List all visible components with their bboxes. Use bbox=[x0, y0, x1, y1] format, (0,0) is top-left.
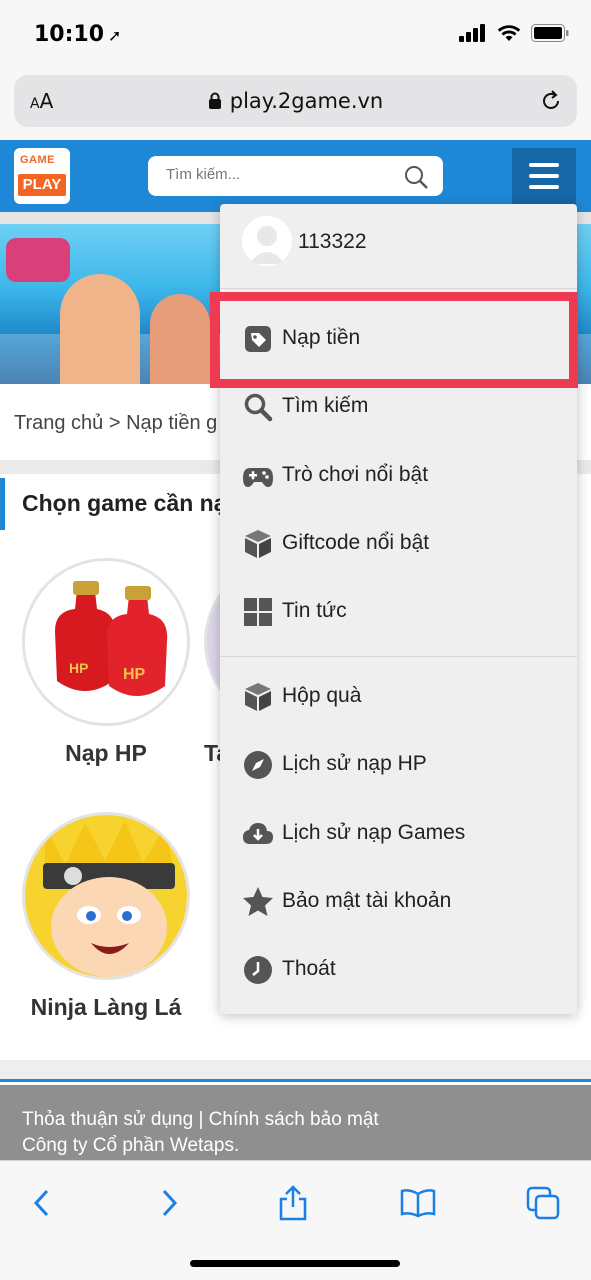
time-text: 10:10 bbox=[34, 22, 105, 47]
search-icon[interactable] bbox=[403, 164, 429, 190]
reload-icon[interactable] bbox=[539, 89, 563, 113]
share-button[interactable] bbox=[271, 1183, 315, 1223]
grid-icon bbox=[244, 598, 272, 626]
chevron-left-icon bbox=[33, 1189, 49, 1217]
game-card[interactable]: HP HP Nạp HP bbox=[22, 558, 190, 767]
highlight-annotation-box bbox=[210, 292, 578, 388]
site-header: GAME PLAY bbox=[0, 140, 591, 212]
book-icon bbox=[400, 1189, 436, 1218]
menu-item-label: Bảo mật tài khoản bbox=[282, 889, 452, 912]
url-display[interactable]: play.2game.vn bbox=[14, 89, 577, 113]
breadcrumb[interactable]: Trang chủ > Nạp tiền g bbox=[14, 412, 217, 435]
home-indicator bbox=[190, 1260, 400, 1267]
menu-item-tro-choi-noi-bat[interactable]: Trò chơi nổi bật bbox=[220, 446, 577, 506]
game-thumbnail bbox=[22, 812, 190, 980]
browser-address-area: AA play.2game.vn bbox=[0, 70, 591, 140]
potion-badge: HP bbox=[69, 660, 88, 676]
search-input[interactable] bbox=[166, 166, 386, 183]
game-card[interactable]: Ta bbox=[204, 558, 220, 767]
site-footer: Thỏa thuận sử dụng | Chính sách bảo mật … bbox=[0, 1085, 591, 1165]
game-card[interactable]: Ninja Làng Lá bbox=[22, 812, 190, 1021]
menu-item-tin-tuc[interactable]: Tin tức bbox=[220, 582, 577, 642]
gamepad-icon bbox=[243, 468, 273, 487]
menu-item-label: Trò chơi nổi bật bbox=[282, 463, 429, 486]
address-bar[interactable]: AA play.2game.vn bbox=[14, 75, 577, 127]
game-name: Ninja Làng Lá bbox=[30, 994, 182, 1020]
menu-item-lich-su-nap-games[interactable]: Lịch sử nạp Games bbox=[220, 804, 577, 864]
menu-item-label: Tìm kiếm bbox=[282, 394, 369, 417]
cube-icon bbox=[245, 530, 271, 558]
location-arrow-icon: ➚ bbox=[108, 26, 122, 45]
banner-figure bbox=[60, 274, 140, 384]
status-time: 10:10 ➚ bbox=[34, 22, 121, 47]
wifi-icon bbox=[497, 25, 521, 41]
url-text: play.2game.vn bbox=[229, 89, 384, 113]
username: 113322 bbox=[298, 230, 367, 253]
status-icons bbox=[459, 24, 569, 42]
footer-divider bbox=[0, 1060, 591, 1082]
banner-figure bbox=[150, 294, 210, 384]
menu-item-lich-su-nap-hp[interactable]: Lịch sử nạp HP bbox=[220, 735, 577, 795]
user-avatar-icon bbox=[249, 226, 285, 264]
menu-item-label: Giftcode nổi bật bbox=[282, 531, 430, 554]
game-thumbnail bbox=[204, 558, 220, 726]
lock-icon bbox=[208, 92, 221, 109]
menu-divider bbox=[220, 656, 577, 657]
clock-icon bbox=[244, 956, 272, 984]
cloud-download-icon bbox=[243, 823, 273, 844]
ninja-game-image bbox=[25, 815, 187, 977]
compass-icon bbox=[244, 751, 272, 779]
game-thumbnail: HP HP bbox=[22, 558, 190, 726]
menu-item-hop-qua[interactable]: Hộp quà bbox=[220, 667, 577, 727]
share-icon bbox=[279, 1185, 307, 1221]
status-bar: 10:10 ➚ bbox=[0, 0, 591, 70]
menu-item-label: Thoát bbox=[282, 957, 336, 980]
star-icon bbox=[243, 887, 273, 916]
site-logo[interactable]: GAME PLAY bbox=[14, 148, 70, 204]
menu-item-label: Lịch sử nạp Games bbox=[282, 821, 466, 844]
chevron-right-icon bbox=[162, 1189, 178, 1217]
menu-item-label: Lịch sử nạp HP bbox=[282, 752, 427, 775]
footer-company: Công ty Cổ phần Wetaps. bbox=[22, 1135, 240, 1156]
cellular-signal-icon bbox=[459, 24, 485, 42]
avatar bbox=[242, 216, 292, 266]
menu-item-thoat[interactable]: Thoát bbox=[220, 940, 577, 1000]
menu-divider bbox=[220, 288, 577, 289]
tabs-button[interactable] bbox=[521, 1183, 565, 1223]
footer-links[interactable]: Thỏa thuận sử dụng | Chính sách bảo mật bbox=[22, 1107, 591, 1133]
game-name: Ta bbox=[204, 740, 220, 766]
menu-line bbox=[529, 163, 559, 167]
hamburger-menu-button[interactable] bbox=[512, 148, 576, 204]
menu-item-giftcode-noi-bat[interactable]: Giftcode nổi bật bbox=[220, 514, 577, 574]
forward-button[interactable] bbox=[147, 1183, 191, 1223]
banner-game-logo bbox=[6, 238, 70, 282]
battery-icon bbox=[531, 24, 569, 42]
section-title: Chọn game cần nạ bbox=[22, 490, 227, 516]
search-box bbox=[148, 156, 443, 196]
hp-potion-image: HP HP bbox=[25, 561, 187, 723]
potion-badge: HP bbox=[123, 666, 146, 683]
tabs-icon bbox=[526, 1186, 560, 1220]
box-icon bbox=[245, 683, 271, 711]
logo-play-text: PLAY bbox=[18, 174, 66, 196]
menu-item-label: Hộp quà bbox=[282, 684, 362, 707]
logo-game-text: GAME bbox=[20, 154, 55, 166]
menu-line bbox=[529, 185, 559, 189]
user-profile-row[interactable]: 113322 bbox=[220, 204, 577, 284]
menu-item-label: Tin tức bbox=[282, 599, 347, 622]
bookmarks-button[interactable] bbox=[396, 1183, 440, 1223]
menu-item-bao-mat-tai-khoan[interactable]: Bảo mật tài khoản bbox=[220, 872, 577, 932]
game-name: Nạp HP bbox=[65, 740, 147, 766]
search-icon bbox=[244, 393, 273, 422]
menu-line bbox=[529, 174, 559, 178]
back-button[interactable] bbox=[20, 1183, 64, 1223]
